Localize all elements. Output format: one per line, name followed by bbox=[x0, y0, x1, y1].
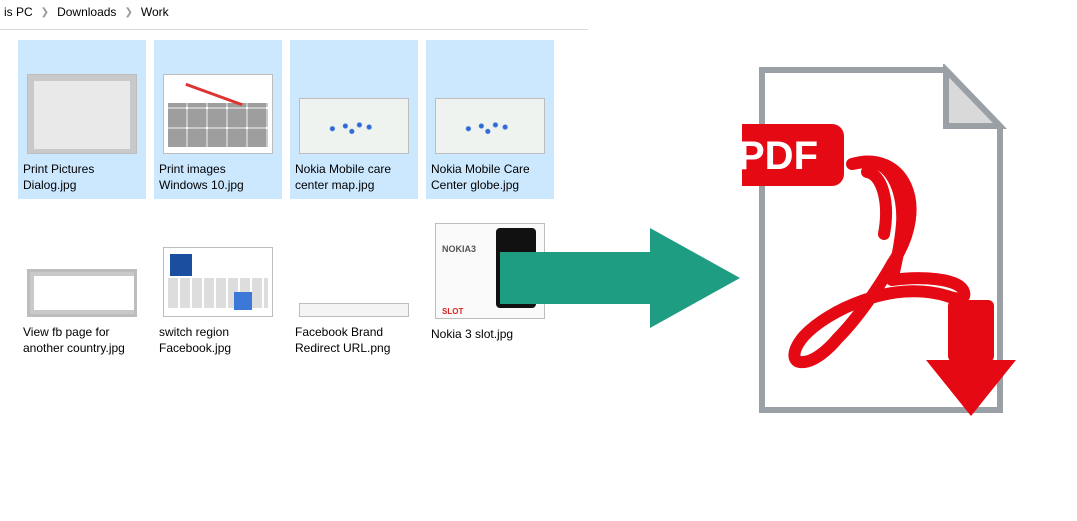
pdf-file-icon: PDF bbox=[742, 64, 1020, 424]
file-grid: Print Pictures Dialog.jpg Print images W… bbox=[0, 30, 598, 362]
thumbnail-icon bbox=[163, 247, 273, 317]
breadcrumb-part-2[interactable]: Work bbox=[141, 5, 169, 19]
file-label: Nokia 3 slot.jpg bbox=[431, 327, 549, 343]
file-item[interactable]: Print Pictures Dialog.jpg bbox=[18, 40, 146, 199]
breadcrumb-part-0[interactable]: is PC bbox=[4, 5, 33, 19]
thumbnail-icon bbox=[299, 98, 409, 154]
thumbnail-icon bbox=[435, 98, 545, 154]
thumbnail-icon: NOKIA3 bbox=[435, 223, 545, 319]
file-label: Facebook Brand Redirect URL.png bbox=[295, 325, 413, 356]
file-label: Print Pictures Dialog.jpg bbox=[23, 162, 141, 193]
file-label: switch region Facebook.jpg bbox=[159, 325, 277, 356]
thumbnail-icon bbox=[27, 74, 137, 154]
thumbnail-icon bbox=[163, 74, 273, 154]
file-item[interactable]: View fb page for another country.jpg bbox=[18, 209, 146, 362]
file-item[interactable]: Print images Windows 10.jpg bbox=[154, 40, 282, 199]
pdf-badge-text: PDF bbox=[742, 134, 818, 178]
thumbnail-icon bbox=[27, 269, 137, 317]
thumbnail-icon bbox=[299, 303, 409, 317]
chevron-right-icon: ❯ bbox=[124, 7, 132, 18]
file-item[interactable]: NOKIA3 Nokia 3 slot.jpg bbox=[426, 209, 554, 362]
breadcrumb: is PC ❯ Downloads ❯ Work bbox=[0, 0, 588, 30]
file-label: Nokia Mobile Care Center globe.jpg bbox=[431, 162, 549, 193]
file-item[interactable]: Facebook Brand Redirect URL.png bbox=[290, 209, 418, 362]
chevron-right-icon: ❯ bbox=[41, 7, 49, 18]
file-item[interactable]: Nokia Mobile Care Center globe.jpg bbox=[426, 40, 554, 199]
file-label: Nokia Mobile care center map.jpg bbox=[295, 162, 413, 193]
file-label: Print images Windows 10.jpg bbox=[159, 162, 277, 193]
breadcrumb-part-1[interactable]: Downloads bbox=[57, 5, 116, 19]
file-label: View fb page for another country.jpg bbox=[23, 325, 141, 356]
file-item[interactable]: Nokia Mobile care center map.jpg bbox=[290, 40, 418, 199]
file-item[interactable]: switch region Facebook.jpg bbox=[154, 209, 282, 362]
